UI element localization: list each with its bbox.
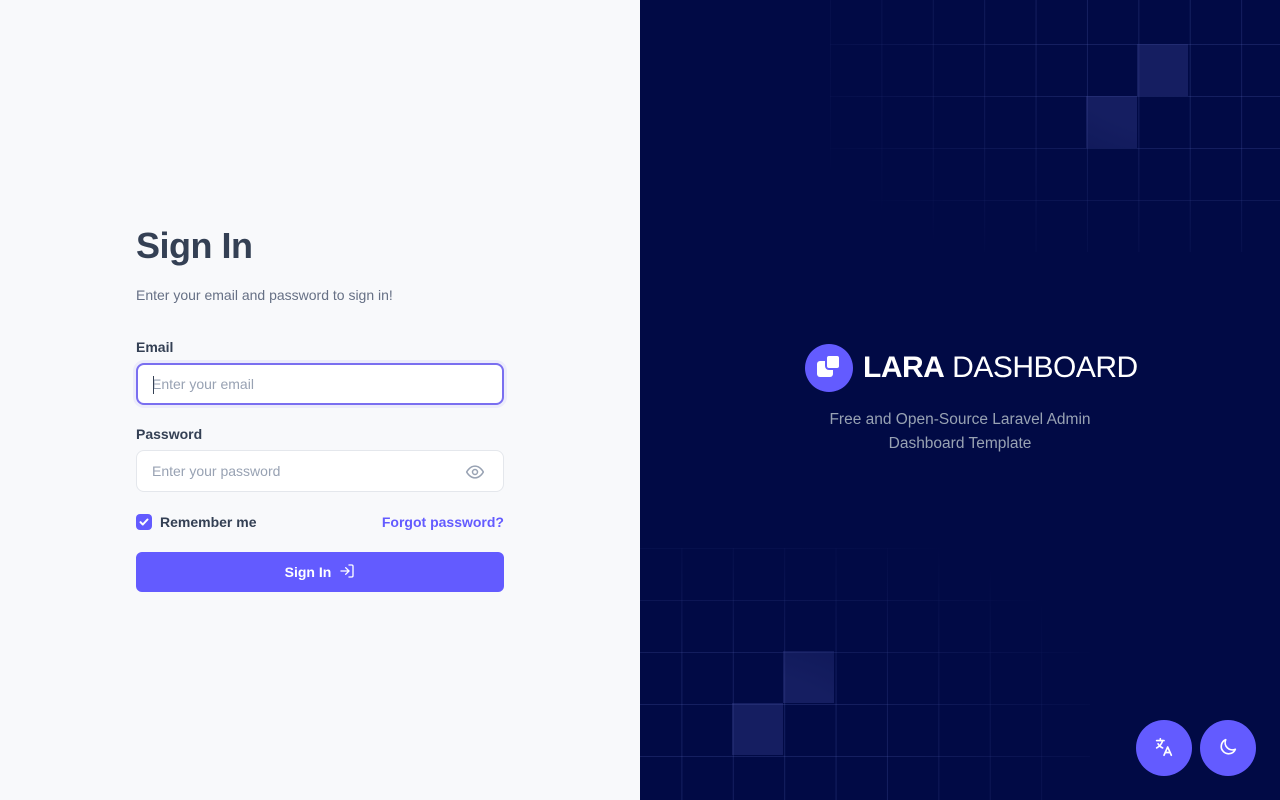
grid-fade-top xyxy=(790,0,1280,290)
tagline-line-2: Dashboard Template xyxy=(888,435,1032,452)
text-caret xyxy=(153,376,154,394)
moon-icon xyxy=(1217,736,1239,761)
remember-label[interactable]: Remember me xyxy=(160,512,257,532)
brand-name-light: DASHBOARD xyxy=(952,351,1138,384)
password-field[interactable] xyxy=(137,451,503,491)
brand-panel: LARA DASHBOARD Free and Open-Source Lara… xyxy=(640,0,1280,800)
brand-name-bold: LARA xyxy=(863,351,945,384)
email-field[interactable] xyxy=(138,365,502,403)
signin-panel: Sign In Enter your email and password to… xyxy=(0,0,640,800)
sign-in-button[interactable]: Sign In xyxy=(136,552,504,592)
brand-name: LARA DASHBOARD xyxy=(863,344,1138,392)
email-label: Email xyxy=(136,339,174,355)
brand-tagline: Free and Open-Source Laravel Admin Dashb… xyxy=(810,408,1110,456)
eye-icon[interactable] xyxy=(465,462,485,482)
theme-toggle-button[interactable] xyxy=(1200,720,1256,776)
password-field-wrapper xyxy=(136,450,504,492)
form-options-row: Remember me Forgot password? xyxy=(136,512,504,532)
remember-checkbox[interactable] xyxy=(136,514,152,530)
password-label: Password xyxy=(136,426,203,442)
logo-mark-icon xyxy=(805,344,853,392)
email-field-wrapper xyxy=(136,363,504,405)
tagline-line-1: Free and Open-Source Laravel Admin xyxy=(829,411,1091,428)
sign-in-arrow-icon xyxy=(339,563,355,582)
language-button[interactable] xyxy=(1136,720,1192,776)
grid-fade-bottom xyxy=(640,520,1120,800)
page-subtitle: Enter your email and password to sign in… xyxy=(136,287,393,303)
sign-in-button-label: Sign In xyxy=(284,564,332,580)
signin-form: Sign In Enter your email and password to… xyxy=(136,224,504,592)
brand-logo: LARA DASHBOARD xyxy=(805,344,1138,392)
translate-icon xyxy=(1153,736,1175,761)
forgot-password-link[interactable]: Forgot password? xyxy=(382,512,504,532)
page-title: Sign In xyxy=(136,225,253,266)
